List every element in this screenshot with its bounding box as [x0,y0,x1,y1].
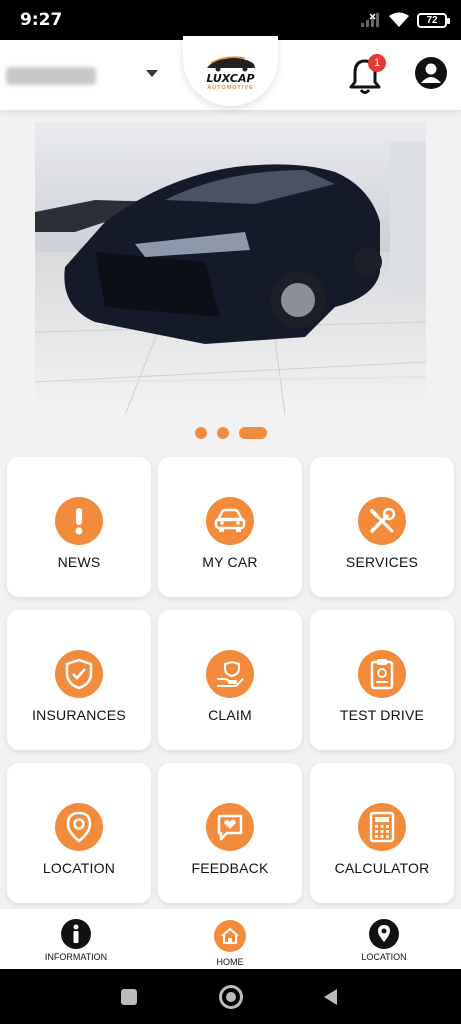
notification-badge: 1 [368,54,386,72]
clipboard-icon [358,650,406,698]
logo-name: LUXCAP [206,72,255,85]
calculator-icon [358,803,406,851]
carousel-dot-active[interactable] [238,427,267,439]
tile-label: CLAIM [208,707,252,723]
status-icons: 72 [361,10,450,30]
tile-location[interactable]: LOCATION [7,763,151,903]
car-logo-icon [207,56,255,72]
tile-label: LOCATION [42,860,116,876]
nav-label: HOME [216,957,244,967]
tile-my-car[interactable]: MY CAR [158,457,302,597]
tile-test-drive[interactable]: TEST DRIVE [310,610,454,750]
status-bar: 9:27 72 [0,0,461,40]
app-header: LUXCAP AUTOMOTIVE 1 [0,36,461,110]
tile-label: INSURANCES [32,707,126,723]
tile-label: CALCULATOR [334,860,430,876]
wifi-icon [389,12,409,27]
tile-label: FEEDBACK [191,860,269,876]
account-selector[interactable] [6,67,96,85]
carousel-image[interactable] [35,122,426,415]
chevron-down-icon[interactable] [146,70,158,77]
brand-logo: LUXCAP AUTOMOTIVE [183,36,278,106]
back-button[interactable] [321,987,339,1007]
tools-icon [358,497,406,545]
notifications-button[interactable]: 1 [346,54,386,96]
shield-check-icon [55,650,103,698]
carousel-indicator [0,427,461,439]
battery-icon: 72 [417,12,450,28]
home-button[interactable] [219,985,243,1009]
system-nav-bar [0,969,461,1024]
nav-label: INFORMATION [44,952,108,962]
nav-home[interactable]: HOME [175,909,285,969]
tile-calculator[interactable]: CALCULATOR [310,763,454,903]
tile-label: SERVICES [345,554,419,570]
status-time: 9:27 [20,10,63,30]
nav-information[interactable]: INFORMATION [21,909,131,969]
hand-shield-icon [206,650,254,698]
car-icon [206,497,254,545]
carousel-dot[interactable] [216,427,229,439]
tile-claim[interactable]: CLAIM [158,610,302,750]
home-icon [214,920,246,952]
logo-tagline: AUTOMOTIVE [207,85,254,91]
carousel-dot[interactable] [194,427,207,439]
tile-label: TEST DRIVE [339,707,425,723]
nav-location[interactable]: LOCATION [329,909,439,969]
tile-news[interactable]: NEWS [7,457,151,597]
bottom-nav: INFORMATION HOME LOCATION [0,909,461,969]
recents-button[interactable] [121,989,137,1005]
tile-feedback[interactable]: FEEDBACK [158,763,302,903]
signal-icon [361,13,379,27]
info-icon [61,919,91,949]
car-photo [35,122,426,415]
chat-heart-icon [206,803,254,851]
nav-label: LOCATION [361,952,407,962]
tile-label: NEWS [57,554,101,570]
tile-label: MY CAR [202,554,258,570]
location-pin-icon [369,919,399,949]
exclamation-icon [55,497,103,545]
location-pin-icon [55,803,103,851]
tile-services[interactable]: SERVICES [310,457,454,597]
profile-icon[interactable] [414,56,448,90]
tile-insurances[interactable]: INSURANCES [7,610,151,750]
